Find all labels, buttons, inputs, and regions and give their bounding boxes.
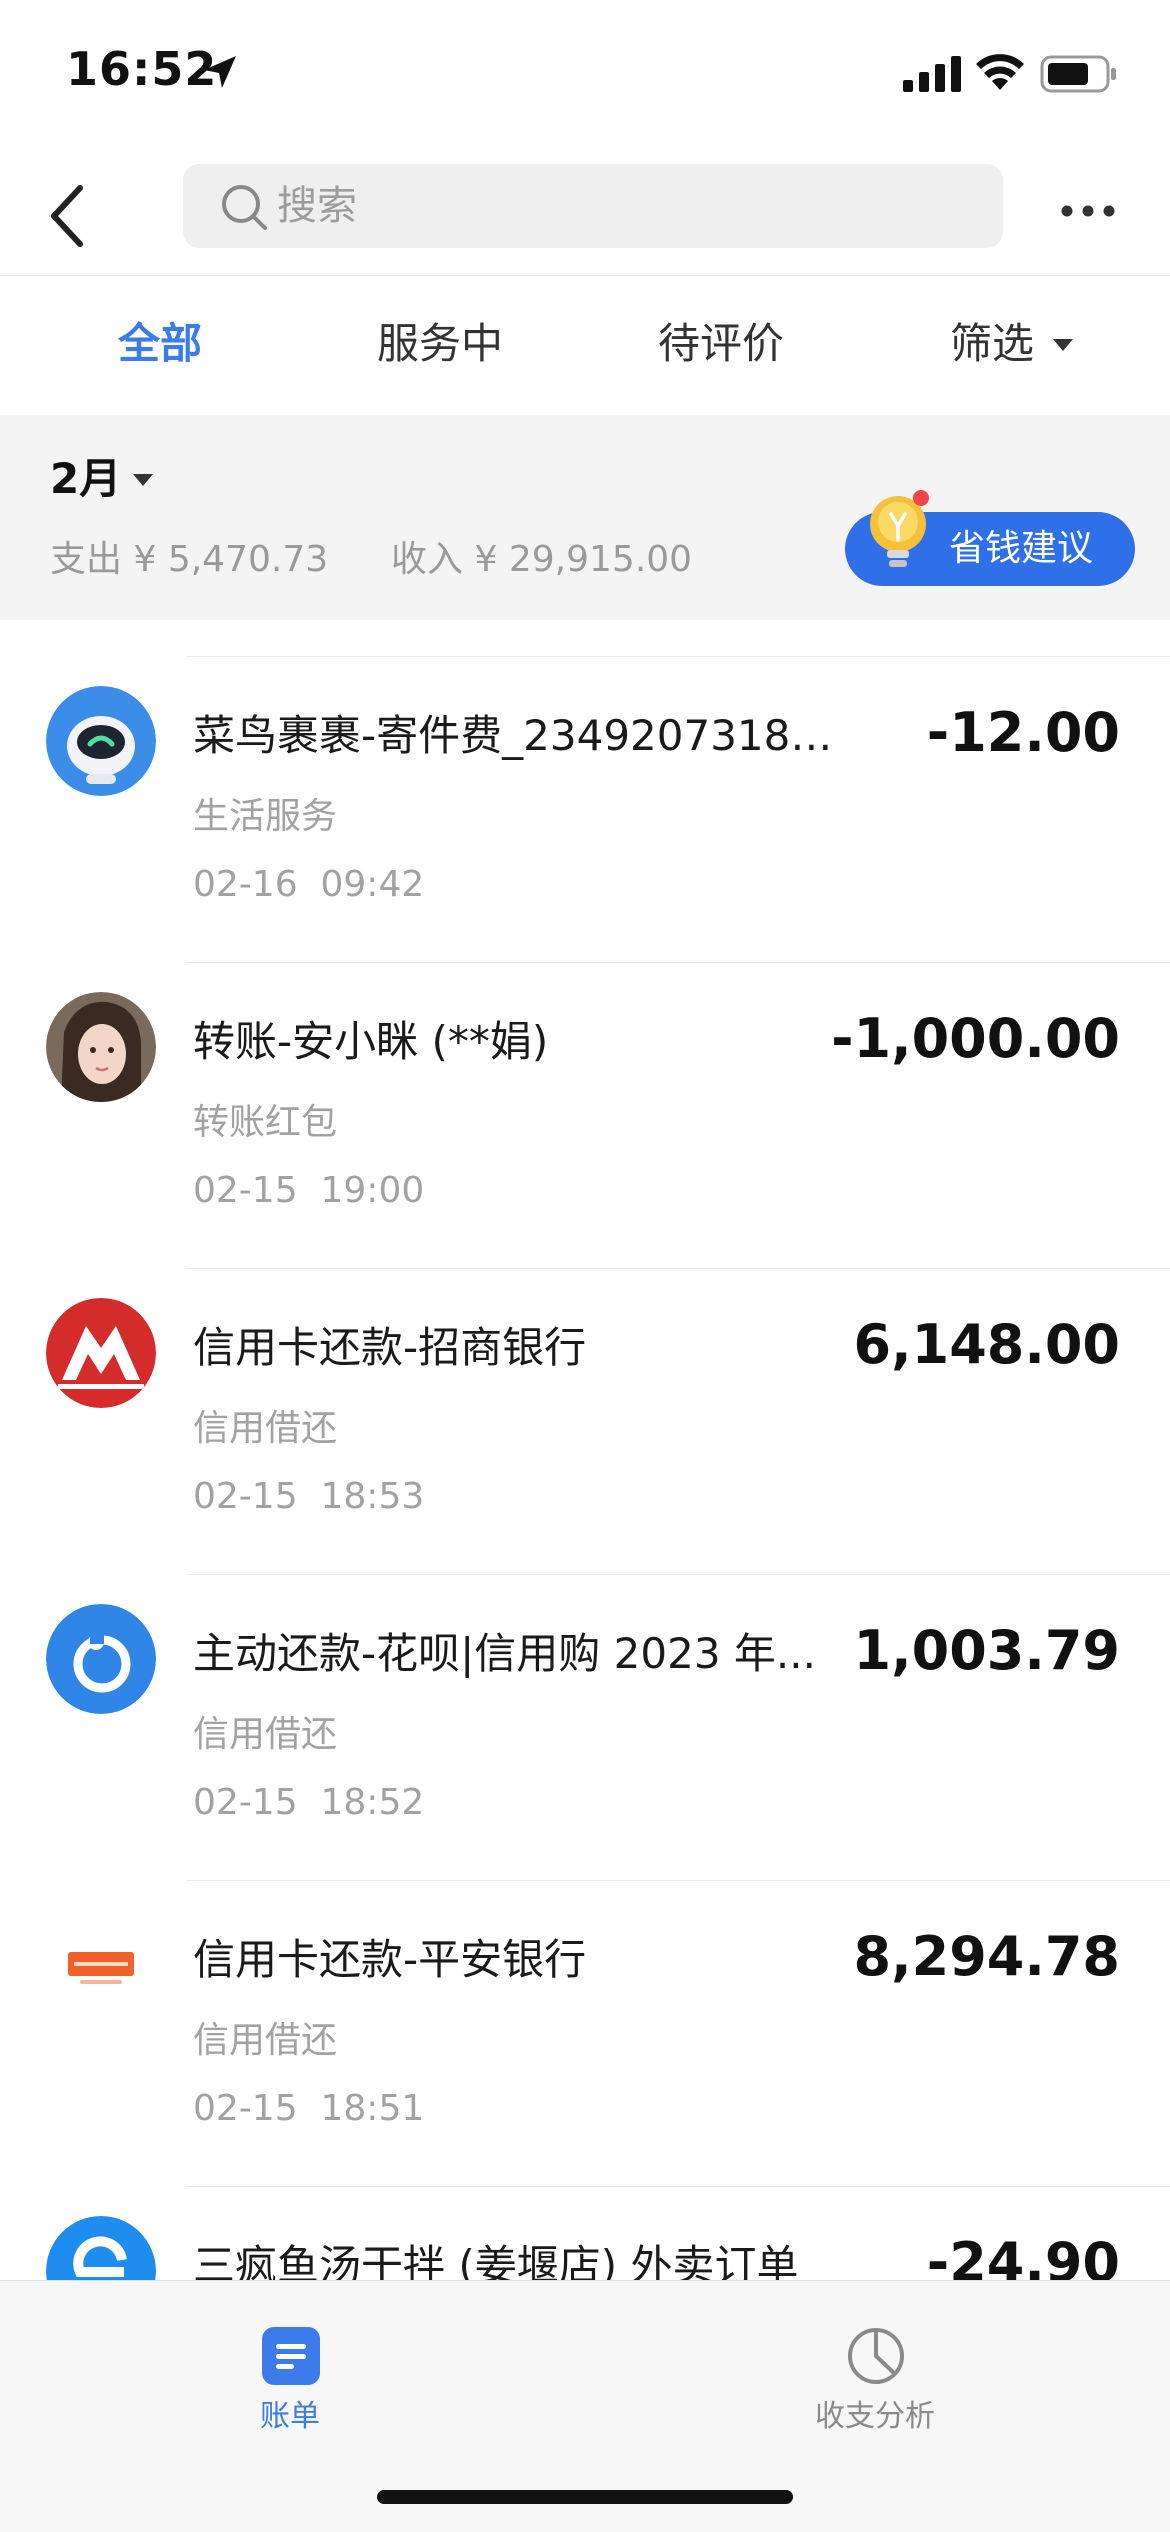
transaction-time: 18:53 [320, 1476, 425, 1517]
filter-tabs: 全部 服务中 待评价 筛选 [0, 275, 1170, 415]
transaction-amount: -1,000.00 [831, 1007, 1120, 1070]
month-summary: 2月 支出 ¥ 5,470.73 收入 ¥ 29,915.00 省钱建议 [0, 415, 1170, 620]
caret-down-icon [1053, 339, 1073, 351]
search-placeholder: 搜索 [277, 183, 357, 229]
status-time: 16:52 [66, 42, 218, 96]
transaction-date: 02-15 [193, 1476, 298, 1517]
divider [186, 1574, 1170, 1575]
tab-all[interactable]: 全部 [118, 316, 202, 372]
user-photo-avatar [46, 992, 156, 1102]
status-bar: 16:52 [0, 0, 1170, 140]
transaction-title: 菜鸟裹裹-寄件费_2349207318_LP... [193, 711, 848, 760]
saving-tips-button[interactable]: 省钱建议 [845, 490, 1135, 586]
nav-bar: 搜索 [0, 140, 1170, 275]
transaction-amount: 1,003.79 [853, 1619, 1120, 1682]
transaction-category: 信用借还 [193, 1408, 338, 1449]
transaction-amount: 6,148.00 [853, 1313, 1120, 1376]
expense-label: 支出 [50, 539, 123, 580]
divider [186, 656, 1170, 657]
list-item[interactable]: 转账-安小眯 (**娟) 转账红包 02-15 19:00 -1,000.00 [0, 962, 1170, 1268]
transaction-datetime: 02-16 09:42 [193, 862, 424, 908]
transaction-category: 转账红包 [193, 1102, 338, 1143]
list-item[interactable]: 菜鸟裹裹-寄件费_2349207318_LP... 生活服务 02-16 09:… [0, 656, 1170, 962]
battery-icon [1040, 55, 1116, 93]
transaction-amount: -24.90 [926, 2231, 1120, 2280]
list-item[interactable]: 信用卡还款-招商银行 信用借还 02-15 18:53 6,148.00 [0, 1268, 1170, 1574]
more-dots-icon[interactable] [1060, 204, 1116, 218]
divider [186, 1268, 1170, 1269]
transaction-time: 18:52 [320, 1782, 425, 1823]
signal-icon [903, 56, 961, 92]
bill-icon [262, 2327, 320, 2385]
lightbulb-icon [870, 490, 929, 567]
transaction-category: 信用借还 [193, 2020, 338, 2061]
transaction-time: 19:00 [320, 1170, 425, 1211]
saving-tips-label: 省钱建议 [949, 528, 1094, 569]
divider [186, 1880, 1170, 1881]
transaction-date: 02-15 [193, 1170, 298, 1211]
back-chevron-icon[interactable] [40, 180, 96, 252]
transaction-title: 信用卡还款-招商银行 [193, 1323, 587, 1372]
transaction-title: 三疯鱼汤干拌 (姜堰店) 外卖订单 [193, 2241, 799, 2280]
tab-to-review[interactable]: 待评价 [658, 316, 784, 372]
divider [186, 2186, 1170, 2187]
home-indicator [377, 2490, 793, 2504]
tab-analysis-label: 收支分析 [815, 2399, 935, 2434]
bill-page: 16:52 搜索 全部 服务中 待评价 筛选 2月 支出 ¥ 5,470.73 … [0, 0, 1170, 2532]
transaction-datetime: 02-15 19:00 [193, 1168, 424, 1214]
list-item[interactable]: 信用卡还款-平安银行 信用借还 02-15 18:51 8,294.78 [0, 1880, 1170, 2186]
month-selector[interactable]: 2月 [50, 453, 121, 505]
transaction-date: 02-15 [193, 1782, 298, 1823]
transaction-amount: 8,294.78 [853, 1925, 1120, 1988]
eleme-logo [46, 2216, 156, 2280]
cainiao-robot-icon [46, 686, 156, 796]
pingan-bank-logo [46, 1910, 156, 2020]
search-input[interactable]: 搜索 [183, 164, 1003, 248]
tab-bill-label: 账单 [260, 2399, 320, 2434]
transaction-datetime: 02-15 18:51 [193, 2086, 424, 2132]
transaction-list: 菜鸟裹裹-寄件费_2349207318_LP... 生活服务 02-16 09:… [0, 620, 1170, 2280]
transaction-time: 09:42 [320, 864, 425, 905]
tab-bill[interactable]: 账单 [190, 2303, 390, 2443]
expense-income-summary: 支出 ¥ 5,470.73 收入 ¥ 29,915.00 [50, 537, 692, 583]
pie-chart-icon [848, 2328, 904, 2384]
transaction-title: 信用卡还款-平安银行 [193, 1935, 587, 1984]
transaction-date: 02-15 [193, 2088, 298, 2129]
transaction-datetime: 02-15 18:53 [193, 1474, 424, 1520]
wifi-icon [976, 54, 1024, 90]
transaction-title: 转账-安小眯 (**娟) [193, 1017, 549, 1066]
caret-down-icon [133, 474, 153, 486]
transaction-amount: -12.00 [926, 701, 1120, 764]
location-arrow-icon [204, 56, 236, 88]
list-item[interactable]: 三疯鱼汤干拌 (姜堰店) 外卖订单 -24.90 [0, 2186, 1170, 2280]
income-amount: ¥ 29,915.00 [474, 539, 693, 580]
tab-income-expense-analysis[interactable]: 收支分析 [775, 2303, 975, 2443]
list-item[interactable]: 主动还款-花呗|信用购 2023 年... 信用借还 02-15 18:52 1… [0, 1574, 1170, 1880]
transaction-title: 主动还款-花呗|信用购 2023 年... [193, 1629, 816, 1678]
search-icon [222, 185, 267, 230]
huabei-logo [46, 1604, 156, 1714]
transaction-datetime: 02-15 18:52 [193, 1780, 424, 1826]
tab-filter[interactable]: 筛选 [950, 316, 1034, 372]
transaction-category: 生活服务 [193, 796, 338, 837]
divider [186, 962, 1170, 963]
income-label: 收入 [391, 539, 464, 580]
transaction-category: 信用借还 [193, 1714, 338, 1755]
cmb-bank-logo [46, 1298, 156, 1408]
transaction-time: 18:51 [320, 2088, 425, 2129]
expense-amount: ¥ 5,470.73 [133, 539, 329, 580]
transaction-date: 02-16 [193, 864, 298, 905]
tab-in-service[interactable]: 服务中 [377, 316, 503, 372]
